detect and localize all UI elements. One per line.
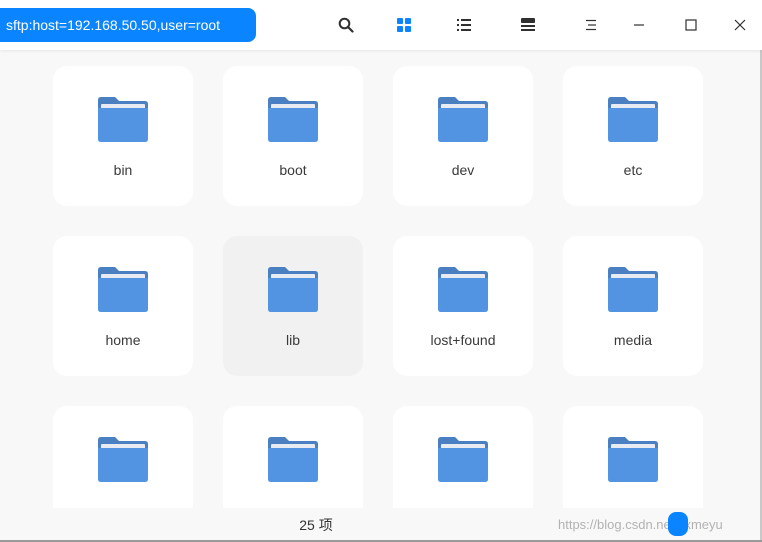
- folder-icon: [98, 437, 148, 482]
- folder-icon: [98, 97, 148, 142]
- folder-icon: [608, 97, 658, 142]
- folder-item[interactable]: dev: [393, 66, 533, 206]
- folder-item[interactable]: home: [53, 236, 193, 376]
- folder-item[interactable]: [223, 406, 363, 508]
- close-icon: [734, 19, 746, 31]
- minimize-button[interactable]: [624, 10, 654, 40]
- folder-label: lib: [285, 332, 300, 348]
- search-icon: [338, 17, 354, 33]
- watermark: https://blog.csdn.net/kxmeyu: [558, 517, 723, 532]
- folder-label: home: [105, 332, 141, 348]
- titlebar: sftp:host=192.168.50.50,user=root: [0, 0, 762, 50]
- folder-item[interactable]: bin: [53, 66, 193, 206]
- file-manager-window: sftp:host=192.168.50.50,user=root bin bo…: [0, 0, 762, 542]
- status-bar: 25 项 https://blog.csdn.net/kxmeyu: [0, 508, 762, 542]
- folder-label: dev: [451, 162, 475, 178]
- minimize-icon: [634, 24, 644, 26]
- folder-label: boot: [279, 162, 307, 178]
- detail-view-icon: [521, 18, 535, 31]
- folder-item[interactable]: etc: [563, 66, 703, 206]
- folder-label: lost+found: [430, 332, 496, 348]
- folder-item[interactable]: lost+found: [393, 236, 533, 376]
- address-bar[interactable]: sftp:host=192.168.50.50,user=root: [0, 8, 256, 42]
- close-button[interactable]: [725, 10, 755, 40]
- folder-icon: [268, 437, 318, 482]
- item-count: 25 项: [299, 517, 333, 533]
- menu-icon: [586, 19, 596, 31]
- folder-icon: [268, 97, 318, 142]
- maximize-icon: [685, 19, 697, 31]
- folder-item[interactable]: lib: [223, 236, 363, 376]
- detail-view-button[interactable]: [513, 10, 543, 40]
- folder-item[interactable]: [563, 406, 703, 508]
- folder-item[interactable]: [53, 406, 193, 508]
- scroll-handle[interactable]: [668, 512, 688, 536]
- list-view-button[interactable]: [449, 10, 479, 40]
- folder-icon: [438, 97, 488, 142]
- folder-item[interactable]: [393, 406, 533, 508]
- folder-label: bin: [113, 162, 133, 178]
- icon-view-button[interactable]: [389, 10, 419, 40]
- list-view-icon: [457, 19, 471, 31]
- folder-icon: [608, 437, 658, 482]
- folder-icon: [268, 267, 318, 312]
- folder-item[interactable]: media: [563, 236, 703, 376]
- icon-view-icon: [397, 18, 411, 32]
- main-menu-button[interactable]: [576, 10, 606, 40]
- maximize-button[interactable]: [676, 10, 706, 40]
- search-button[interactable]: [331, 10, 361, 40]
- file-grid: bin boot dev etc home lib lost+found media: [0, 50, 762, 508]
- folder-item[interactable]: boot: [223, 66, 363, 206]
- folder-icon: [438, 267, 488, 312]
- folder-label: etc: [623, 162, 643, 178]
- folder-icon: [608, 267, 658, 312]
- folder-icon: [438, 437, 488, 482]
- folder-label: media: [613, 332, 653, 348]
- folder-icon: [98, 267, 148, 312]
